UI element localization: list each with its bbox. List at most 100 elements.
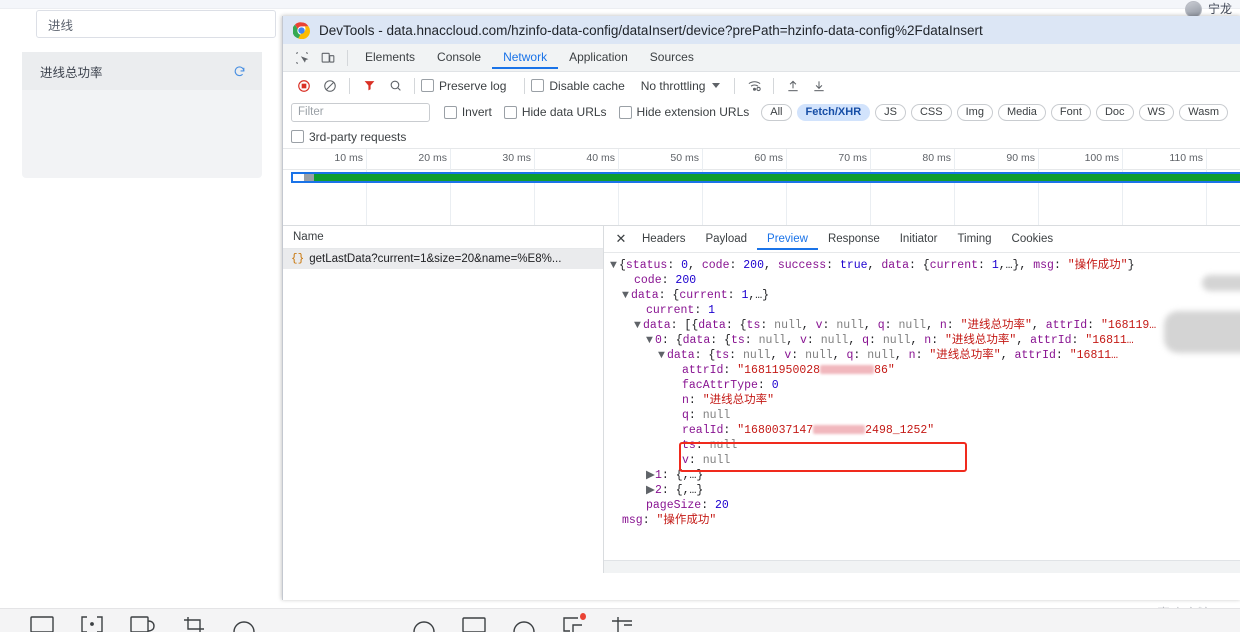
json-line: code: 200 [634,274,697,287]
chrome-logo-icon [293,21,310,39]
tab-cookies[interactable]: Cookies [1002,229,1064,250]
hide-extension-urls-checkbox[interactable]: Hide extension URLs [618,105,749,119]
tick-label: 60 ms [754,152,783,164]
request-detail-tabs: ✕ Headers Payload Preview Response Initi… [604,226,1240,253]
tab-timing[interactable]: Timing [947,229,1001,250]
user-account[interactable]: 宁龙 [1184,0,1232,18]
disclosure-triangle-icon[interactable]: ▶ [646,468,655,483]
tab-sources[interactable]: Sources [639,46,705,69]
tick-label: 50 ms [670,152,699,164]
window2-icon[interactable] [462,616,486,632]
throttling-value: No throttling [640,78,706,93]
tick-label: 70 ms [838,152,867,164]
third-party-row: 3rd-party requests [283,125,1240,149]
brackets-icon[interactable] [80,616,104,632]
export-har-icon[interactable] [806,75,832,97]
cloud2-icon[interactable] [412,616,436,632]
disclosure-triangle-icon[interactable]: ▶ [646,483,655,498]
cloud3-icon[interactable] [512,616,536,632]
filter-input[interactable]: Filter [291,102,430,122]
xhr-braces-icon: {} [291,253,305,265]
disclosure-triangle-icon[interactable]: ▼ [610,258,619,273]
third-party-requests-checkbox[interactable]: 3rd-party requests [291,130,406,144]
json-line[interactable]: ▼ {status: 0, code: 200, success: true, d… [610,258,1240,273]
tab-console[interactable]: Console [426,46,492,69]
tab-elements[interactable]: Elements [354,46,426,69]
search-input[interactable]: 进线 [36,10,276,38]
close-icon[interactable]: ✕ [610,231,632,247]
clear-network-icon[interactable] [317,75,343,97]
type-filter-media[interactable]: Media [997,103,1046,121]
type-filter-js[interactable]: JS [875,103,906,121]
type-filter-doc[interactable]: Doc [1095,103,1134,121]
json-line[interactable]: ▼ data: {ts: null, v: null, q: null, n: "… [610,348,1240,363]
record-stop-icon[interactable] [291,75,317,97]
type-filter-font[interactable]: Font [1050,103,1091,121]
window-icon[interactable] [30,616,54,632]
refresh-icon[interactable] [233,65,246,78]
disclosure-triangle-icon[interactable]: ▼ [622,288,631,303]
tick-label: 100 ms [1084,152,1119,164]
tab-headers[interactable]: Headers [632,229,695,250]
network-conditions-icon[interactable] [741,75,767,97]
json-line: attrId: "16811950028 86" [682,364,895,377]
type-filter-img[interactable]: Img [956,103,993,121]
tab-network[interactable]: Network [492,46,559,69]
tab-payload[interactable]: Payload [695,229,757,250]
checkbox-box [443,105,457,119]
tick-label: 110 ms [1169,152,1203,164]
crop-icon[interactable] [182,616,206,632]
avatar-icon [1184,0,1202,18]
inspect-element-icon[interactable] [289,47,315,69]
type-filter-fetch-xhr[interactable]: Fetch/XHR [796,103,871,121]
chat-icon[interactable] [562,613,586,632]
type-filter-css[interactable]: CSS [910,103,952,121]
sum-icon[interactable] [610,616,634,632]
invert-label: Invert [461,105,492,119]
json-line[interactable]: ▼ data: [{data: {ts: null, v: null, q: nu… [610,318,1240,333]
throttling-select[interactable]: No throttling [641,79,721,93]
tab-application[interactable]: Application [558,46,639,69]
list-item[interactable]: 进线总功率 [22,52,262,90]
timeline-selection-band[interactable] [291,172,1240,183]
timeline-request-bar [293,174,1240,181]
checkbox-box [503,105,517,119]
json-line[interactable]: ▼ data: {current: 1,…} [610,288,1240,303]
filter-placeholder: Filter [298,106,324,118]
json-line: n: "进线总功率" [682,394,775,407]
tab-response[interactable]: Response [818,229,890,250]
redacted-value [820,365,875,375]
network-timeline-overview[interactable]: 10 ms 20 ms 30 ms 40 ms 50 ms 60 ms 70 m… [283,149,1240,226]
table-row[interactable]: {} getLastData?current=1&size=20&name=%E… [283,249,603,269]
type-filter-wasm[interactable]: Wasm [1179,103,1228,121]
request-list-header[interactable]: Name [283,226,603,249]
invert-checkbox[interactable]: Invert [443,105,492,119]
disclosure-triangle-icon[interactable]: ▼ [646,333,655,348]
json-line: facAttrType: 0 [682,379,779,392]
notification-badge [580,613,586,620]
hide-data-urls-checkbox[interactable]: Hide data URLs [503,105,607,119]
preserve-log-checkbox[interactable]: Preserve log [421,79,506,93]
preserve-log-label: Preserve log [439,78,507,93]
disclosure-triangle-icon[interactable]: ▼ [658,348,667,363]
device-toolbar-icon[interactable] [315,47,341,69]
tab-preview[interactable]: Preview [757,229,818,250]
timeline-resize-handle[interactable] [293,174,304,181]
json-line[interactable]: ▶2: {,…} [610,483,1240,498]
json-preview-tree[interactable]: ▼ {status: 0, code: 200, success: true, d… [604,253,1240,560]
tab-initiator[interactable]: Initiator [890,229,948,250]
type-filter-all[interactable]: All [761,103,792,121]
chevron-down-icon [712,83,721,88]
checkbox-box [291,130,304,143]
type-filter-ws[interactable]: WS [1138,103,1175,121]
search-icon[interactable] [382,75,408,97]
disable-cache-checkbox[interactable]: Disable cache [531,79,625,93]
filter-funnel-icon[interactable] [356,75,382,97]
tick-label: 40 ms [586,152,615,164]
monitor-icon[interactable] [130,616,156,632]
json-line[interactable]: ▶1: {,…} [610,468,1240,483]
cloud-icon[interactable] [232,616,256,632]
json-line[interactable]: ▼ 0: {data: {ts: null, v: null, q: null, … [610,333,1240,348]
disclosure-triangle-icon[interactable]: ▼ [634,318,643,333]
import-har-icon[interactable] [780,75,806,97]
